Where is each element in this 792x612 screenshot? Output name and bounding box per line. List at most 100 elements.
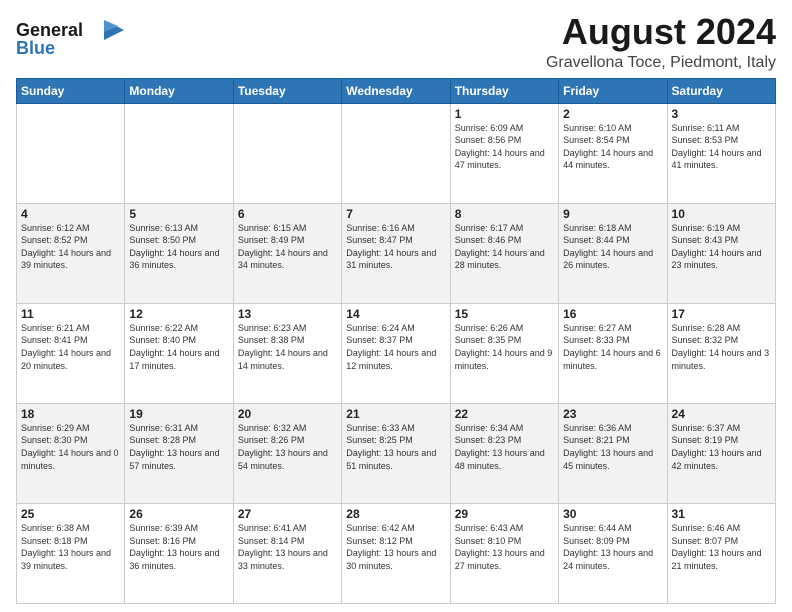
day-info: Sunrise: 6:19 AM Sunset: 8:43 PM Dayligh…: [672, 222, 771, 272]
day-number: 9: [563, 207, 662, 221]
subtitle: Gravellona Toce, Piedmont, Italy: [546, 54, 776, 72]
col-thursday: Thursday: [450, 78, 558, 103]
day-number: 12: [129, 307, 228, 321]
calendar-week-row: 25Sunrise: 6:38 AM Sunset: 8:18 PM Dayli…: [17, 503, 776, 603]
calendar-week-row: 18Sunrise: 6:29 AM Sunset: 8:30 PM Dayli…: [17, 403, 776, 503]
day-info: Sunrise: 6:46 AM Sunset: 8:07 PM Dayligh…: [672, 522, 771, 572]
day-info: Sunrise: 6:13 AM Sunset: 8:50 PM Dayligh…: [129, 222, 228, 272]
day-info: Sunrise: 6:28 AM Sunset: 8:32 PM Dayligh…: [672, 322, 771, 372]
day-number: 31: [672, 507, 771, 521]
calendar-week-row: 4Sunrise: 6:12 AM Sunset: 8:52 PM Daylig…: [17, 203, 776, 303]
day-number: 10: [672, 207, 771, 221]
day-info: Sunrise: 6:27 AM Sunset: 8:33 PM Dayligh…: [563, 322, 662, 372]
calendar-cell: 18Sunrise: 6:29 AM Sunset: 8:30 PM Dayli…: [17, 403, 125, 503]
day-number: 16: [563, 307, 662, 321]
day-info: Sunrise: 6:32 AM Sunset: 8:26 PM Dayligh…: [238, 422, 337, 472]
calendar-cell: 2Sunrise: 6:10 AM Sunset: 8:54 PM Daylig…: [559, 103, 667, 203]
calendar-cell: 9Sunrise: 6:18 AM Sunset: 8:44 PM Daylig…: [559, 203, 667, 303]
day-info: Sunrise: 6:26 AM Sunset: 8:35 PM Dayligh…: [455, 322, 554, 372]
calendar-cell: 29Sunrise: 6:43 AM Sunset: 8:10 PM Dayli…: [450, 503, 558, 603]
day-number: 29: [455, 507, 554, 521]
calendar-cell: 26Sunrise: 6:39 AM Sunset: 8:16 PM Dayli…: [125, 503, 233, 603]
day-info: Sunrise: 6:44 AM Sunset: 8:09 PM Dayligh…: [563, 522, 662, 572]
day-info: Sunrise: 6:11 AM Sunset: 8:53 PM Dayligh…: [672, 122, 771, 172]
col-tuesday: Tuesday: [233, 78, 341, 103]
day-number: 8: [455, 207, 554, 221]
day-info: Sunrise: 6:09 AM Sunset: 8:56 PM Dayligh…: [455, 122, 554, 172]
day-number: 27: [238, 507, 337, 521]
day-number: 23: [563, 407, 662, 421]
calendar-cell: 28Sunrise: 6:42 AM Sunset: 8:12 PM Dayli…: [342, 503, 450, 603]
calendar-cell: 27Sunrise: 6:41 AM Sunset: 8:14 PM Dayli…: [233, 503, 341, 603]
day-number: 11: [21, 307, 120, 321]
svg-text:Blue: Blue: [16, 38, 55, 58]
calendar-cell: 1Sunrise: 6:09 AM Sunset: 8:56 PM Daylig…: [450, 103, 558, 203]
calendar-cell: 5Sunrise: 6:13 AM Sunset: 8:50 PM Daylig…: [125, 203, 233, 303]
day-info: Sunrise: 6:12 AM Sunset: 8:52 PM Dayligh…: [21, 222, 120, 272]
day-number: 1: [455, 107, 554, 121]
header: General Blue August 2024 Gravellona Toce…: [16, 12, 776, 72]
calendar-cell: [125, 103, 233, 203]
calendar-week-row: 1Sunrise: 6:09 AM Sunset: 8:56 PM Daylig…: [17, 103, 776, 203]
title-block: August 2024 Gravellona Toce, Piedmont, I…: [546, 12, 776, 72]
day-info: Sunrise: 6:29 AM Sunset: 8:30 PM Dayligh…: [21, 422, 120, 472]
calendar-cell: 11Sunrise: 6:21 AM Sunset: 8:41 PM Dayli…: [17, 303, 125, 403]
day-number: 17: [672, 307, 771, 321]
day-info: Sunrise: 6:34 AM Sunset: 8:23 PM Dayligh…: [455, 422, 554, 472]
day-info: Sunrise: 6:16 AM Sunset: 8:47 PM Dayligh…: [346, 222, 445, 272]
calendar-cell: 12Sunrise: 6:22 AM Sunset: 8:40 PM Dayli…: [125, 303, 233, 403]
day-info: Sunrise: 6:31 AM Sunset: 8:28 PM Dayligh…: [129, 422, 228, 472]
day-number: 21: [346, 407, 445, 421]
day-info: Sunrise: 6:42 AM Sunset: 8:12 PM Dayligh…: [346, 522, 445, 572]
day-number: 15: [455, 307, 554, 321]
day-number: 19: [129, 407, 228, 421]
page: General Blue August 2024 Gravellona Toce…: [0, 0, 792, 612]
day-info: Sunrise: 6:18 AM Sunset: 8:44 PM Dayligh…: [563, 222, 662, 272]
calendar-cell: 16Sunrise: 6:27 AM Sunset: 8:33 PM Dayli…: [559, 303, 667, 403]
calendar-cell: 20Sunrise: 6:32 AM Sunset: 8:26 PM Dayli…: [233, 403, 341, 503]
day-number: 26: [129, 507, 228, 521]
calendar-cell: 31Sunrise: 6:46 AM Sunset: 8:07 PM Dayli…: [667, 503, 775, 603]
svg-text:General: General: [16, 20, 83, 40]
day-number: 28: [346, 507, 445, 521]
calendar-cell: 24Sunrise: 6:37 AM Sunset: 8:19 PM Dayli…: [667, 403, 775, 503]
col-sunday: Sunday: [17, 78, 125, 103]
calendar-cell: 13Sunrise: 6:23 AM Sunset: 8:38 PM Dayli…: [233, 303, 341, 403]
col-wednesday: Wednesday: [342, 78, 450, 103]
calendar-cell: 10Sunrise: 6:19 AM Sunset: 8:43 PM Dayli…: [667, 203, 775, 303]
day-number: 24: [672, 407, 771, 421]
day-number: 6: [238, 207, 337, 221]
day-info: Sunrise: 6:21 AM Sunset: 8:41 PM Dayligh…: [21, 322, 120, 372]
day-number: 13: [238, 307, 337, 321]
day-info: Sunrise: 6:15 AM Sunset: 8:49 PM Dayligh…: [238, 222, 337, 272]
day-number: 4: [21, 207, 120, 221]
calendar-header-row: Sunday Monday Tuesday Wednesday Thursday…: [17, 78, 776, 103]
day-info: Sunrise: 6:36 AM Sunset: 8:21 PM Dayligh…: [563, 422, 662, 472]
day-info: Sunrise: 6:23 AM Sunset: 8:38 PM Dayligh…: [238, 322, 337, 372]
day-info: Sunrise: 6:39 AM Sunset: 8:16 PM Dayligh…: [129, 522, 228, 572]
day-number: 5: [129, 207, 228, 221]
calendar-cell: 15Sunrise: 6:26 AM Sunset: 8:35 PM Dayli…: [450, 303, 558, 403]
day-info: Sunrise: 6:43 AM Sunset: 8:10 PM Dayligh…: [455, 522, 554, 572]
day-number: 14: [346, 307, 445, 321]
calendar-cell: 22Sunrise: 6:34 AM Sunset: 8:23 PM Dayli…: [450, 403, 558, 503]
calendar-cell: 30Sunrise: 6:44 AM Sunset: 8:09 PM Dayli…: [559, 503, 667, 603]
day-number: 30: [563, 507, 662, 521]
day-info: Sunrise: 6:17 AM Sunset: 8:46 PM Dayligh…: [455, 222, 554, 272]
main-title: August 2024: [546, 12, 776, 52]
calendar-cell: 7Sunrise: 6:16 AM Sunset: 8:47 PM Daylig…: [342, 203, 450, 303]
day-number: 22: [455, 407, 554, 421]
col-saturday: Saturday: [667, 78, 775, 103]
calendar-cell: [17, 103, 125, 203]
day-number: 20: [238, 407, 337, 421]
calendar-week-row: 11Sunrise: 6:21 AM Sunset: 8:41 PM Dayli…: [17, 303, 776, 403]
day-number: 3: [672, 107, 771, 121]
calendar-cell: 6Sunrise: 6:15 AM Sunset: 8:49 PM Daylig…: [233, 203, 341, 303]
logo-text: General Blue: [16, 16, 126, 65]
calendar-cell: 19Sunrise: 6:31 AM Sunset: 8:28 PM Dayli…: [125, 403, 233, 503]
calendar-cell: 17Sunrise: 6:28 AM Sunset: 8:32 PM Dayli…: [667, 303, 775, 403]
col-monday: Monday: [125, 78, 233, 103]
calendar-cell: 3Sunrise: 6:11 AM Sunset: 8:53 PM Daylig…: [667, 103, 775, 203]
day-info: Sunrise: 6:33 AM Sunset: 8:25 PM Dayligh…: [346, 422, 445, 472]
day-info: Sunrise: 6:10 AM Sunset: 8:54 PM Dayligh…: [563, 122, 662, 172]
